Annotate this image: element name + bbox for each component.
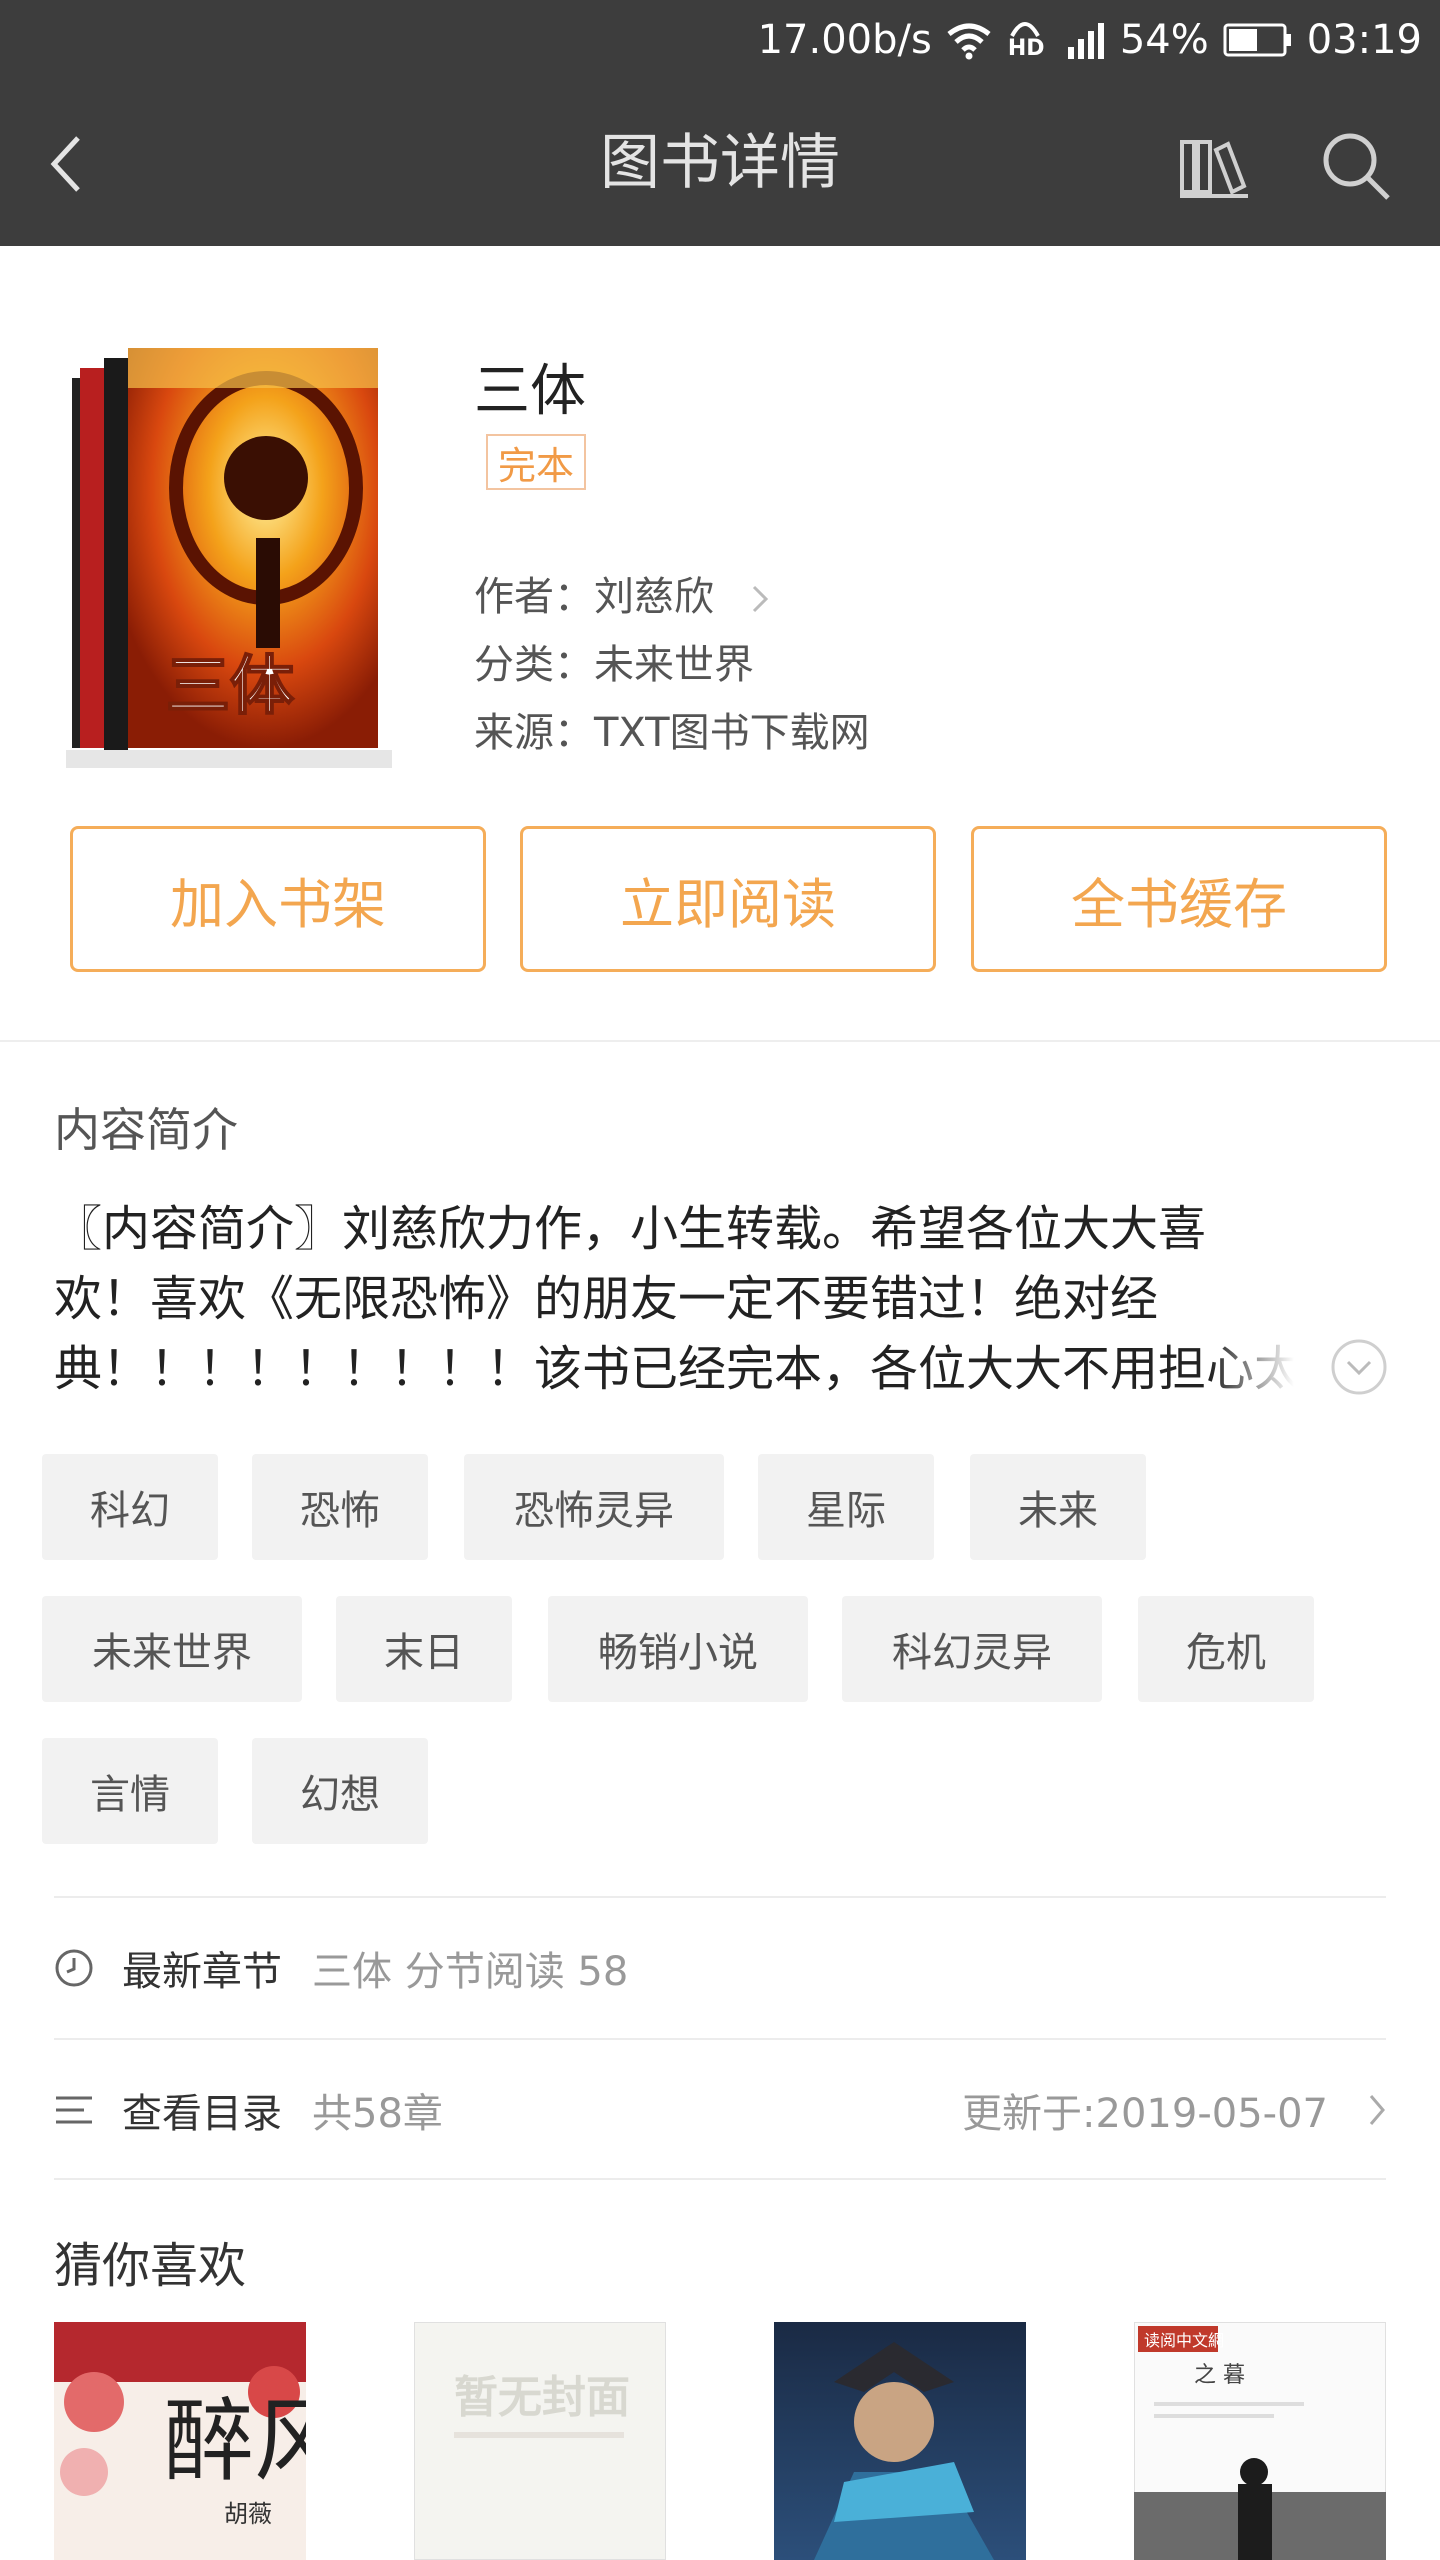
recommended-book-cover[interactable] bbox=[774, 2322, 1026, 2560]
tag-chip[interactable]: 未来世界 bbox=[42, 1596, 302, 1702]
no-cover-text: 暂无封面 bbox=[454, 2372, 630, 2423]
intro-heading: 内容简介 bbox=[54, 1103, 238, 1157]
bookshelf-icon[interactable] bbox=[1176, 128, 1252, 204]
expand-chevron-icon[interactable] bbox=[1330, 1338, 1388, 1396]
latest-chapter-row[interactable]: 最新章节 三体 分节阅读 58 bbox=[54, 1898, 1386, 2038]
chapter-count: 共58章 bbox=[312, 2091, 443, 2137]
source-value: TXT图书下载网 bbox=[594, 710, 870, 756]
clock-icon bbox=[55, 1949, 93, 1987]
tag-chip[interactable]: 末日 bbox=[336, 1596, 512, 1702]
catalog-right: 更新于:2019-05-07 bbox=[962, 2081, 1386, 2139]
chevron-right-icon bbox=[1369, 2095, 1385, 2125]
rec-cover-title: 之 暮 bbox=[1194, 2363, 1245, 2388]
intro-line: 典！！！！！！！！！该书已经完本，各位大大不用担心太 bbox=[54, 1341, 1303, 1397]
wifi-icon bbox=[947, 23, 991, 60]
recommended-book-cover[interactable]: 读阅中文網 之 暮 bbox=[1134, 2322, 1386, 2560]
category-key: 分类： bbox=[474, 642, 594, 688]
search-icon[interactable] bbox=[1318, 128, 1394, 204]
intro-line: 欢！喜欢《无限恐怖》的朋友一定不要错过！绝对经 bbox=[54, 1271, 1159, 1327]
cache-all-button[interactable]: 全书缓存 bbox=[971, 826, 1387, 972]
list-icon bbox=[56, 2096, 92, 2124]
book-cover-image[interactable]: 三体 bbox=[66, 338, 392, 768]
catalog-label: 查看目录 bbox=[122, 2091, 282, 2137]
rec-cover-author: 胡薇 bbox=[224, 2500, 272, 2528]
recommended-book-cover[interactable]: 醉风 胡薇 bbox=[54, 2322, 306, 2560]
catalog-row[interactable]: 查看目录 共58章 更新于:2019-05-07 bbox=[54, 2040, 1386, 2180]
recommended-book-cover[interactable]: 暂无封面 bbox=[414, 2322, 666, 2560]
tag-chip[interactable]: 幻想 bbox=[252, 1738, 428, 1844]
rec-cover-text: 醉风 bbox=[164, 2389, 306, 2494]
source-key: 来源： bbox=[474, 710, 594, 756]
tag-chip[interactable]: 言情 bbox=[42, 1738, 218, 1844]
tag-chip[interactable]: 恐怖 bbox=[252, 1454, 428, 1560]
author-row[interactable]: 作者：刘慈欣 bbox=[474, 564, 769, 622]
tag-chip[interactable]: 科幻 bbox=[42, 1454, 218, 1560]
battery-percent: 54% bbox=[1119, 17, 1209, 63]
battery-icon bbox=[1223, 23, 1291, 57]
tag-chip[interactable]: 未来 bbox=[970, 1454, 1146, 1560]
section-divider bbox=[0, 1040, 1440, 1042]
latest-chapter-value: 三体 分节阅读 58 bbox=[312, 1949, 629, 1995]
status-bar: 17.00b/s HD 54% 03:19 bbox=[0, 0, 1440, 80]
status-badge: 完本 bbox=[486, 434, 586, 490]
book-title: 三体 bbox=[474, 359, 586, 424]
recommend-heading: 猜你喜欢 bbox=[54, 2238, 247, 2294]
hd-call-icon: HD bbox=[1006, 18, 1052, 62]
category-row: 分类：未来世界 bbox=[474, 632, 754, 690]
category-value: 未来世界 bbox=[594, 642, 754, 688]
intro-text[interactable]: 〖内容简介〗刘慈欣力作，小生转载。希望各位大大喜 欢！喜欢《无限恐怖》的朋友一定… bbox=[54, 1194, 1324, 1404]
intro-line: 〖内容简介〗刘慈欣力作，小生转载。希望各位大大喜 bbox=[54, 1201, 1207, 1257]
tag-chip[interactable]: 星际 bbox=[758, 1454, 934, 1560]
author-key: 作者： bbox=[474, 574, 594, 620]
chevron-right-icon bbox=[752, 585, 768, 613]
row-divider bbox=[54, 2178, 1386, 2180]
intro-fade bbox=[1210, 1334, 1330, 1404]
tag-chip[interactable]: 危机 bbox=[1138, 1596, 1314, 1702]
network-speed: 17.00b/s bbox=[757, 17, 932, 63]
tag-chip[interactable]: 恐怖灵异 bbox=[464, 1454, 724, 1560]
author-name[interactable]: 刘慈欣 bbox=[594, 574, 714, 620]
tag-chip[interactable]: 畅销小说 bbox=[548, 1596, 808, 1702]
add-to-shelf-button[interactable]: 加入书架 bbox=[70, 826, 486, 972]
latest-chapter-label: 最新章节 bbox=[122, 1949, 282, 1995]
clock: 03:19 bbox=[1306, 17, 1422, 63]
signal-icon bbox=[1067, 23, 1104, 59]
rec-cover-header: 读阅中文網 bbox=[1144, 2331, 1224, 2350]
cover-title-text: 三体 bbox=[166, 650, 294, 724]
app-bar: 图书详情 bbox=[0, 80, 1440, 246]
source-row: 来源：TXT图书下载网 bbox=[474, 700, 870, 758]
read-now-button[interactable]: 立即阅读 bbox=[520, 826, 936, 972]
tag-chip[interactable]: 科幻灵异 bbox=[842, 1596, 1102, 1702]
update-date: 更新于:2019-05-07 bbox=[962, 2091, 1328, 2137]
